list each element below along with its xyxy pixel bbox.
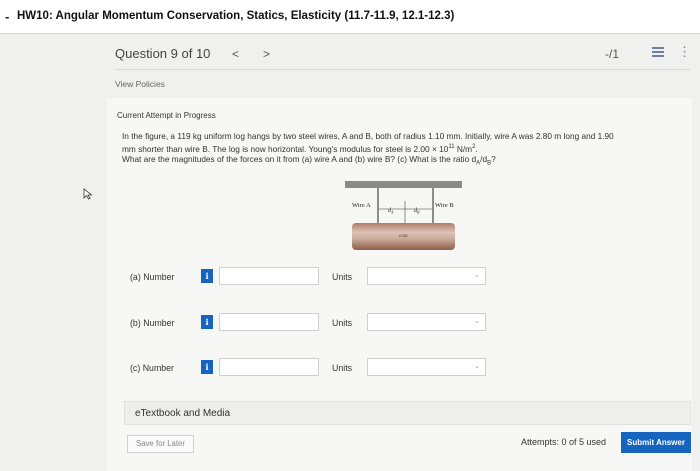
etextbook-media-panel[interactable]: eTextbook and Media xyxy=(124,401,691,425)
view-policies-link[interactable]: View Policies xyxy=(115,79,165,89)
answer-a-number-input[interactable] xyxy=(219,267,319,285)
question-score: -/1 xyxy=(605,47,620,61)
question-line-2: mm shorter than wire B. The log is now h… xyxy=(122,143,478,154)
com-label: com xyxy=(399,234,408,239)
next-question-icon[interactable]: > xyxy=(263,47,270,61)
answer-c-units-label: Units xyxy=(332,363,353,373)
question-list-icon[interactable] xyxy=(652,47,664,58)
mouse-cursor-icon xyxy=(83,188,93,200)
etextbook-label: eTextbook and Media xyxy=(135,408,231,419)
save-for-later-button[interactable]: Save for Later xyxy=(127,435,194,453)
assignment-header: - HW10: Angular Momentum Conservation, S… xyxy=(0,0,700,34)
attempt-status: Current Attempt in Progress xyxy=(117,111,216,120)
answer-c-label: (c) Number xyxy=(130,363,174,373)
divider xyxy=(115,69,690,70)
answer-a-units-select[interactable]: ⌄ xyxy=(367,267,486,285)
assignment-title: HW10: Angular Momentum Conservation, Sta… xyxy=(17,10,455,22)
info-icon[interactable]: i xyxy=(201,315,213,329)
collapse-dash-icon[interactable]: - xyxy=(5,9,9,24)
answer-b-label: (b) Number xyxy=(130,318,175,328)
chevron-down-icon: ⌄ xyxy=(474,318,480,325)
answer-c-units-select[interactable]: ⌄ xyxy=(367,358,486,376)
info-icon[interactable]: i xyxy=(201,269,213,283)
da-label: dA xyxy=(388,208,394,215)
answer-b-units-select[interactable]: ⌄ xyxy=(367,313,486,331)
db-label: dB xyxy=(414,208,420,215)
wire-a-label: Wire A xyxy=(352,202,371,209)
wire-b-label: Wire B xyxy=(435,202,454,209)
chevron-down-icon: ⌄ xyxy=(474,363,480,370)
answer-c-number-input[interactable] xyxy=(219,358,319,376)
submit-answer-button[interactable]: Submit Answer xyxy=(621,432,691,453)
log-figure: Wire A Wire B dA dB com xyxy=(345,181,462,250)
question-counter: Question 9 of 10 xyxy=(115,46,211,61)
ceiling-beam xyxy=(345,181,462,188)
answer-b-units-label: Units xyxy=(332,318,353,328)
info-icon[interactable]: i xyxy=(201,360,213,374)
answer-b-number-input[interactable] xyxy=(219,313,319,331)
prev-question-icon[interactable]: < xyxy=(232,47,239,61)
chevron-down-icon: ⌄ xyxy=(474,272,480,279)
question-line-3: What are the magnitudes of the forces on… xyxy=(122,153,496,167)
answer-a-units-label: Units xyxy=(332,272,353,282)
question-text: In the figure, a 119 kg uniform log hang… xyxy=(122,131,687,169)
attempts-counter: Attempts: 0 of 5 used xyxy=(521,437,607,447)
more-options-icon[interactable]: ⋮ xyxy=(678,45,691,58)
question-line-1: In the figure, a 119 kg uniform log hang… xyxy=(122,131,614,141)
answer-a-label: (a) Number xyxy=(130,272,175,282)
